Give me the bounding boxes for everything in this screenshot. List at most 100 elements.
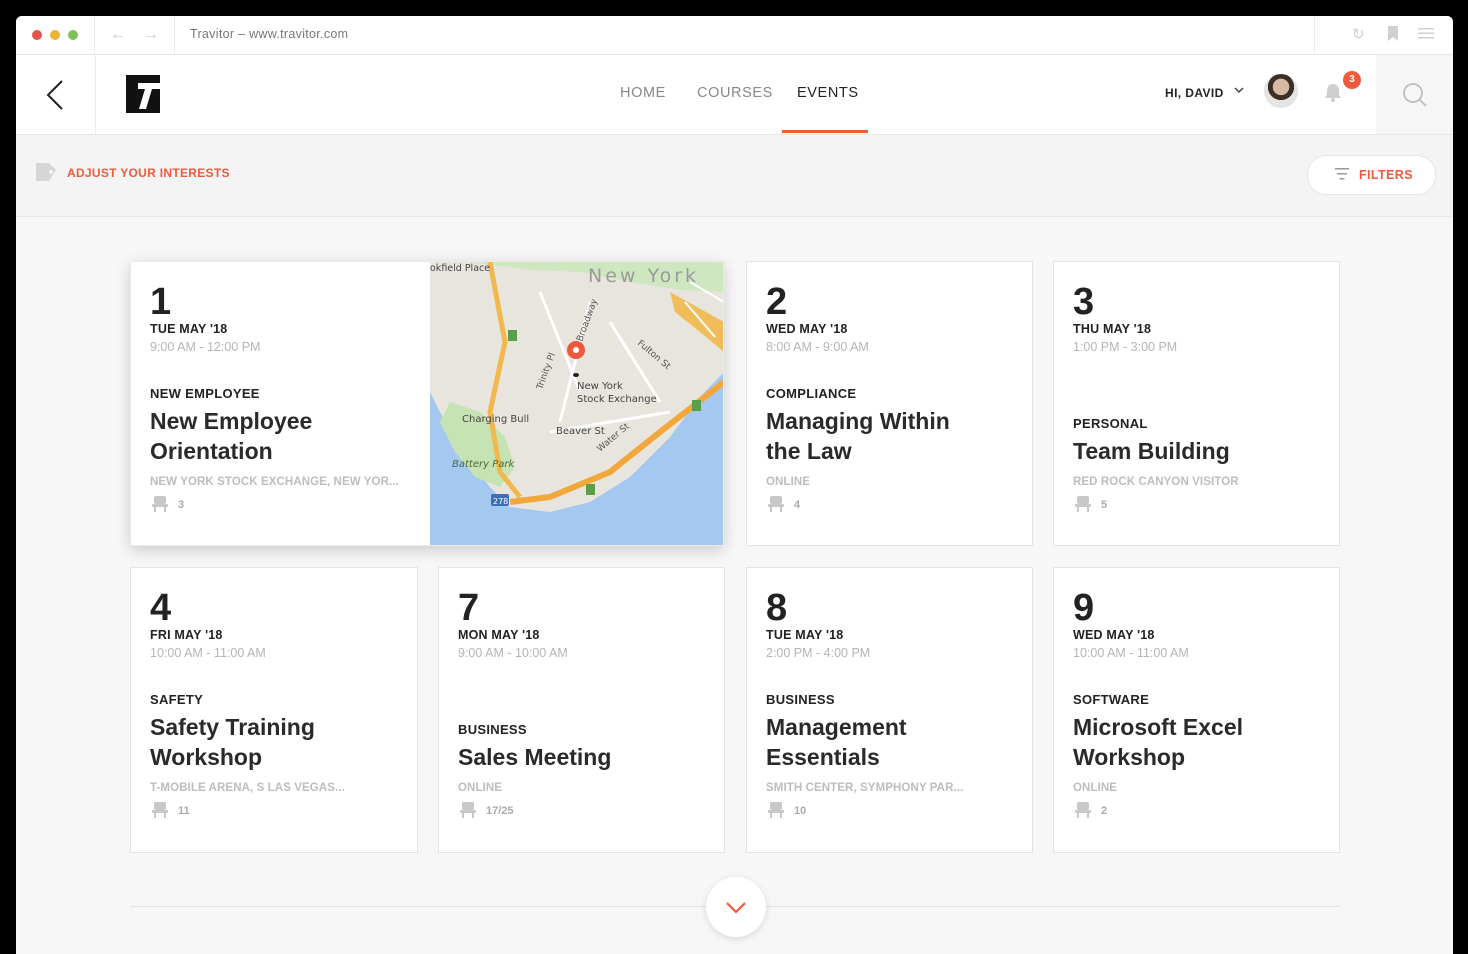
event-day: 4 (150, 587, 172, 629)
chevron-down-icon (726, 902, 746, 914)
nav-home[interactable]: HOME (620, 85, 666, 101)
event-title: Team Building (1073, 438, 1230, 464)
toolbar-divider (94, 16, 95, 54)
event-date: WED MAY '18 (766, 322, 848, 336)
event-time: 1:00 PM - 3:00 PM (1073, 340, 1178, 354)
browser-window: ← → Travitor – www.travitor.com ↻ HOME C… (16, 16, 1453, 954)
seat-icon (1075, 496, 1091, 512)
event-title: New Employee Orientation (150, 408, 313, 464)
toolbar-divider (1314, 16, 1315, 54)
seat-icon (152, 802, 168, 818)
address-bar[interactable]: Travitor – www.travitor.com (190, 27, 348, 41)
event-location-map[interactable]: New York okfield Place New York Stock Ex… (430, 262, 724, 546)
map-label-battery: Battery Park (452, 459, 515, 470)
attendee-count: 2 (1101, 805, 1108, 817)
event-card[interactable]: 8 TUE MAY '18 2:00 PM - 4:00 PM BUSINESS… (746, 567, 1033, 853)
attendee-count: 10 (794, 805, 807, 817)
avatar[interactable] (1264, 74, 1298, 108)
event-card[interactable]: 9 WED MAY '18 10:00 AM - 11:00 AM SOFTWA… (1053, 567, 1340, 853)
seat-icon (460, 802, 476, 818)
arrow-right-icon[interactable]: → (143, 25, 159, 45)
filter-icon (1335, 168, 1349, 180)
event-category: COMPLIANCE (766, 386, 857, 401)
chevron-left-icon (46, 80, 63, 110)
event-day: 9 (1073, 587, 1095, 629)
search-button[interactable] (1376, 55, 1453, 134)
event-category: SAFETY (150, 692, 204, 707)
event-day: 2 (766, 281, 788, 323)
tag-icon (36, 163, 56, 181)
seat-icon (1075, 802, 1091, 818)
attendee-count: 5 (1101, 499, 1108, 511)
event-location: SMITH CENTER, SYMPHONY PAR... (766, 782, 964, 794)
event-title: Safety Training Workshop (150, 714, 315, 770)
filters-button[interactable]: FILTERS (1307, 155, 1436, 195)
bell-icon[interactable] (1322, 81, 1344, 103)
active-nav-indicator (782, 130, 868, 133)
seat-icon (152, 496, 168, 512)
event-time: 10:00 AM - 11:00 AM (1073, 646, 1189, 660)
seat-icon (768, 802, 784, 818)
attendee-count: 4 (794, 499, 801, 511)
event-category: BUSINESS (766, 692, 835, 707)
maximize-window-button[interactable] (68, 30, 78, 40)
arrow-left-icon[interactable]: ← (110, 25, 126, 45)
adjust-interests-link[interactable]: ADJUST YOUR INTERESTS (67, 166, 230, 180)
event-location: NEW YORK STOCK EXCHANGE, NEW YOR... (150, 476, 399, 488)
travitor-logo[interactable] (126, 75, 166, 113)
browser-toolbar: ← → Travitor – www.travitor.com ↻ (16, 16, 1453, 55)
event-location: RED ROCK CANYON VISITOR (1073, 476, 1239, 488)
back-button[interactable] (16, 55, 96, 134)
event-day: 1 (150, 281, 172, 323)
event-date: TUE MAY '18 (766, 628, 844, 642)
event-category: SOFTWARE (1073, 692, 1150, 707)
event-location: T-MOBILE ARENA, S LAS VEGAS... (150, 782, 345, 794)
nav-events[interactable]: EVENTS (797, 85, 859, 101)
event-card[interactable]: 3 THU MAY '18 1:00 PM - 3:00 PM PERSONAL… (1053, 261, 1340, 546)
user-menu-greeting[interactable]: HI, DAVID (1165, 86, 1224, 100)
map-label-highway: 278 (493, 497, 508, 506)
event-day: 7 (458, 587, 480, 629)
event-card[interactable]: 4 FRI MAY '18 10:00 AM - 11:00 AM SAFETY… (130, 567, 418, 853)
event-day: 8 (766, 587, 788, 629)
event-location: ONLINE (766, 476, 811, 488)
menu-icon[interactable] (1418, 26, 1434, 44)
event-card[interactable]: 7 MON MAY '18 9:00 AM - 10:00 AM BUSINES… (438, 567, 725, 853)
event-time: 9:00 AM - 12:00 PM (150, 340, 261, 354)
event-title: Management Essentials (766, 714, 907, 770)
event-title: Microsoft Excel Workshop (1073, 714, 1243, 770)
load-more-button[interactable] (706, 877, 766, 937)
attendee-count: 11 (178, 805, 190, 817)
filters-label: FILTERS (1359, 168, 1413, 182)
event-title: Managing Within the Law (766, 408, 950, 464)
map-label-place: okfield Place (430, 263, 490, 274)
nav-courses[interactable]: COURSES (697, 85, 773, 101)
event-category: PERSONAL (1073, 416, 1148, 431)
event-date: MON MAY '18 (458, 628, 540, 642)
toolbar-divider (174, 16, 175, 54)
search-icon (1403, 83, 1427, 107)
event-date: FRI MAY '18 (150, 628, 223, 642)
event-card[interactable]: 1 TUE MAY '18 9:00 AM - 12:00 PM NEW EMP… (130, 261, 724, 546)
event-title: Sales Meeting (458, 744, 612, 770)
event-time: 8:00 AM - 9:00 AM (766, 340, 869, 354)
map-label-city: New York (588, 265, 699, 287)
event-category: NEW EMPLOYEE (150, 386, 260, 401)
event-location: ONLINE (1073, 782, 1118, 794)
event-date: WED MAY '18 (1073, 628, 1155, 642)
interests-bar: ADJUST YOUR INTERESTS FILTERS (16, 135, 1453, 217)
chevron-down-icon[interactable] (1234, 85, 1244, 97)
attendee-count: 17/25 (486, 805, 514, 817)
event-date: TUE MAY '18 (150, 322, 228, 336)
event-card[interactable]: 2 WED MAY '18 8:00 AM - 9:00 AM COMPLIAN… (746, 261, 1033, 546)
bookmark-icon[interactable] (1387, 26, 1399, 46)
minimize-window-button[interactable] (50, 30, 60, 40)
app-header: HOME COURSES EVENTS HI, DAVID 3 (16, 55, 1453, 135)
event-time: 9:00 AM - 10:00 AM (458, 646, 568, 660)
reload-icon[interactable]: ↻ (1352, 26, 1365, 44)
map-label-exchange-1: New York (577, 381, 623, 392)
event-day: 3 (1073, 281, 1095, 323)
event-time: 10:00 AM - 11:00 AM (150, 646, 266, 660)
close-window-button[interactable] (32, 30, 42, 40)
map-label-bull: Charging Bull (462, 414, 529, 425)
